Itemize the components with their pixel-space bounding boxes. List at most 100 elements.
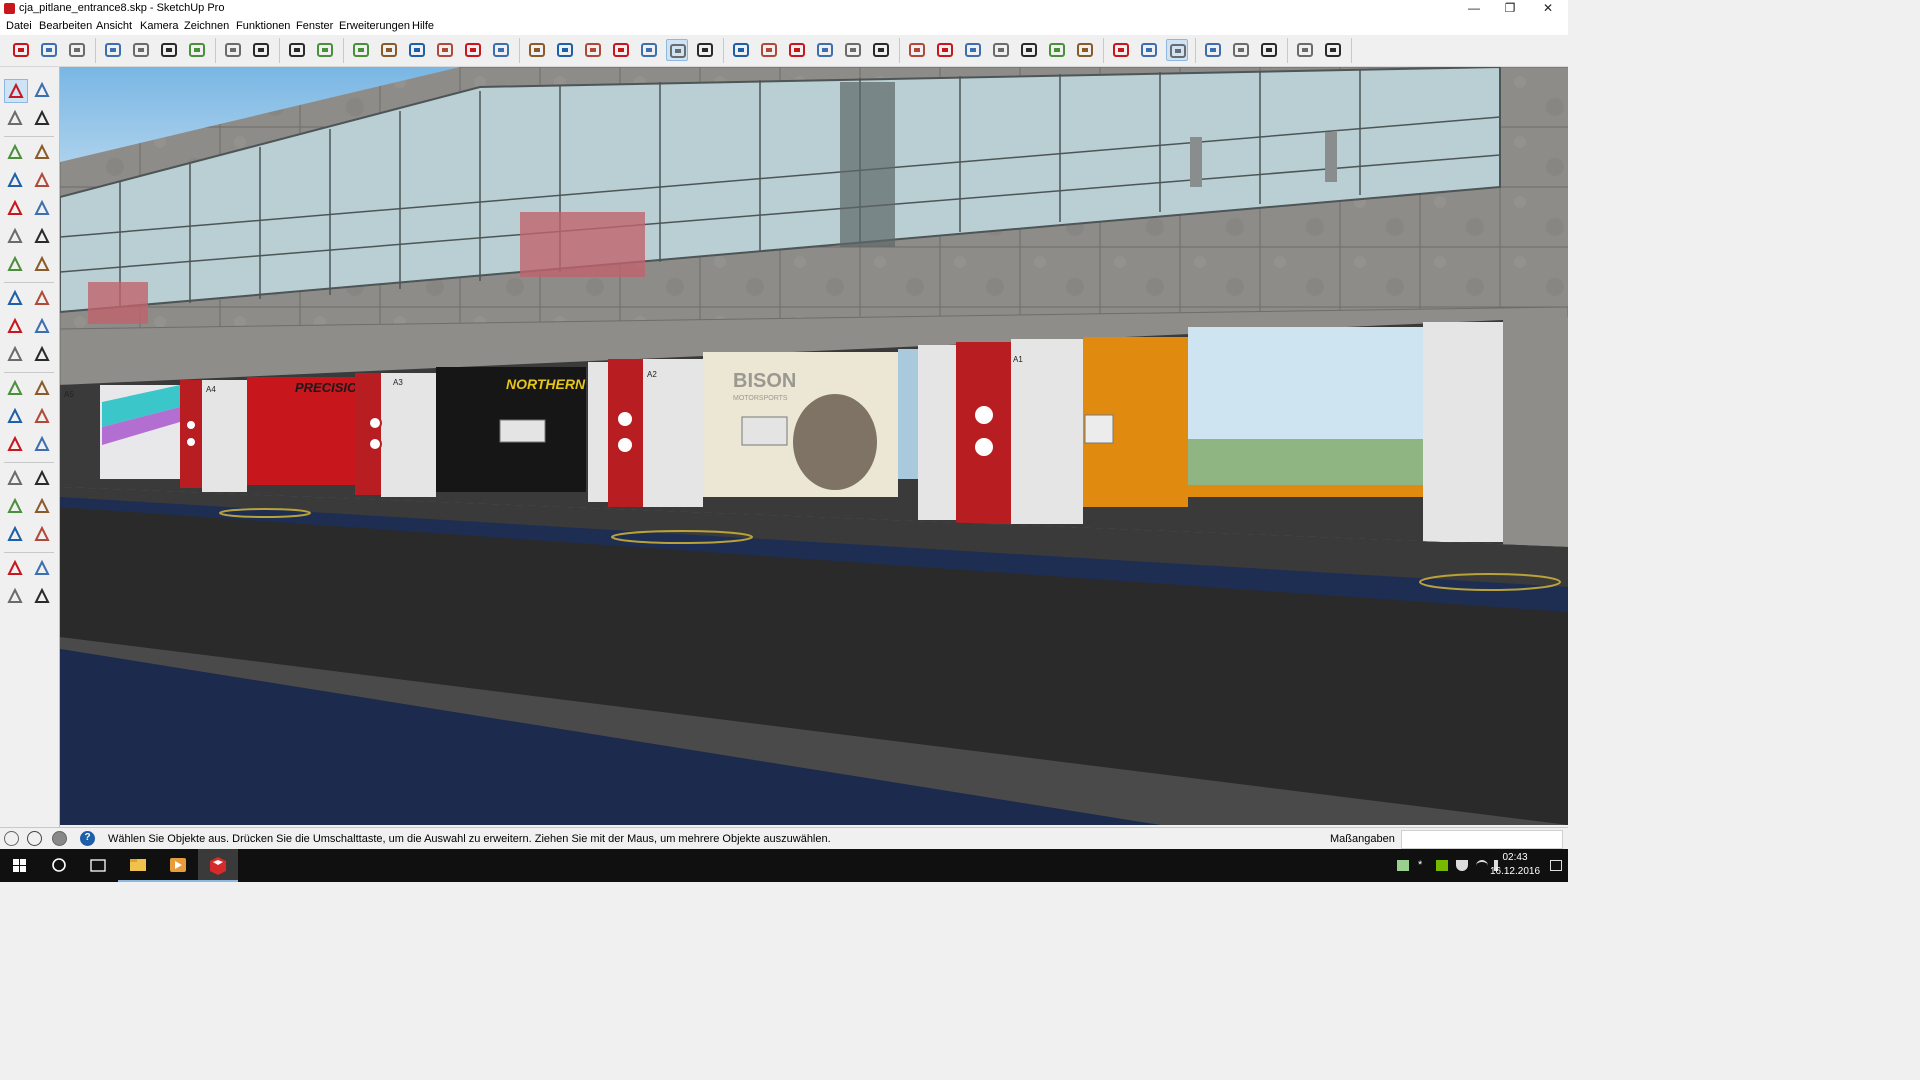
match-photo-icon[interactable] <box>1258 39 1280 61</box>
right-view-icon[interactable] <box>434 39 456 61</box>
shaded-textures-icon[interactable] <box>666 39 688 61</box>
menu-kamera[interactable]: Kamera <box>140 20 179 32</box>
protractor-icon[interactable] <box>4 405 26 427</box>
search-icon[interactable] <box>40 849 80 882</box>
push-pull-icon[interactable] <box>31 287 53 309</box>
nvidia-icon[interactable] <box>1436 860 1448 871</box>
footprints-icon[interactable] <box>4 585 26 607</box>
three-point-arc-icon[interactable] <box>4 253 26 275</box>
zoom-window-icon[interactable] <box>31 495 53 517</box>
front-view-icon[interactable] <box>406 39 428 61</box>
text-icon[interactable] <box>31 405 53 427</box>
user-icon[interactable] <box>52 831 67 846</box>
sandbox-from-contours-icon[interactable] <box>906 39 928 61</box>
3d-text-icon[interactable] <box>31 433 53 455</box>
eraser-icon[interactable] <box>31 107 53 129</box>
component-icon[interactable] <box>1202 39 1224 61</box>
credits-icon[interactable] <box>27 831 42 846</box>
orbit-icon[interactable] <box>4 467 26 489</box>
rotated-rectangle-icon[interactable] <box>31 169 53 191</box>
clock-time[interactable]: 02:43 <box>1485 852 1545 863</box>
pan-icon[interactable] <box>31 467 53 489</box>
menu-bearbeiten[interactable]: Bearbeiten <box>39 20 92 32</box>
circle-icon[interactable] <box>4 197 26 219</box>
cut-icon[interactable] <box>102 39 124 61</box>
flip-edge-icon[interactable] <box>1074 39 1096 61</box>
extension-warehouse-icon[interactable] <box>1230 39 1252 61</box>
notifications-icon[interactable] <box>1550 860 1562 871</box>
file-explorer-icon[interactable] <box>118 849 158 882</box>
component-icon[interactable] <box>31 79 53 101</box>
position-camera-icon[interactable] <box>1110 39 1132 61</box>
drape-icon[interactable] <box>1018 39 1040 61</box>
section-edit-icon[interactable] <box>842 39 864 61</box>
media-player-icon[interactable] <box>158 849 198 882</box>
print-icon[interactable] <box>286 39 308 61</box>
rectangle-icon[interactable] <box>4 169 26 191</box>
menu-hilfe[interactable]: Hilfe <box>412 20 434 32</box>
offset-icon[interactable] <box>31 343 53 365</box>
paste-icon[interactable] <box>158 39 180 61</box>
menu-fenster[interactable]: Fenster <box>296 20 333 32</box>
clock-date[interactable]: 16.12.2016 <box>1485 866 1545 877</box>
rotate-icon[interactable] <box>4 315 26 337</box>
paint-bucket-icon[interactable] <box>4 107 26 129</box>
move-icon[interactable] <box>4 287 26 309</box>
pencil-icon[interactable] <box>4 141 26 163</box>
close-icon[interactable]: ✕ <box>1530 0 1566 18</box>
minimize-icon[interactable]: — <box>1456 0 1492 18</box>
shaded-icon[interactable] <box>638 39 660 61</box>
xray-icon[interactable] <box>526 39 548 61</box>
top-view-icon[interactable] <box>378 39 400 61</box>
monochrome-icon[interactable] <box>694 39 716 61</box>
arc-icon[interactable] <box>4 225 26 247</box>
walk-icon[interactable] <box>4 557 26 579</box>
share-model-icon[interactable] <box>1166 39 1188 61</box>
position-icon[interactable] <box>31 585 53 607</box>
left-view-icon[interactable] <box>490 39 512 61</box>
pie-icon[interactable] <box>31 253 53 275</box>
redo-icon[interactable] <box>250 39 272 61</box>
drawing-viewport[interactable]: PRECISION NORTHERN RIDE BISON MOTORSPORT… <box>60 67 1568 825</box>
freehand-icon[interactable] <box>31 141 53 163</box>
menu-erweiterungen[interactable]: Erweiterungen <box>339 20 410 32</box>
select-icon[interactable] <box>4 79 28 103</box>
section-toggle-icon[interactable] <box>870 39 892 61</box>
menu-zeichnen[interactable]: Zeichnen <box>184 20 229 32</box>
zoom-icon[interactable] <box>4 495 26 517</box>
tape-measure-icon[interactable] <box>4 377 26 399</box>
back-view-icon[interactable] <box>462 39 484 61</box>
copy-icon[interactable] <box>130 39 152 61</box>
follow-me-icon[interactable] <box>31 315 53 337</box>
section-cut-icon[interactable] <box>786 39 808 61</box>
scale-icon[interactable] <box>4 343 26 365</box>
sketchup-icon[interactable] <box>198 849 238 882</box>
restore-icon[interactable]: ❐ <box>1492 0 1528 18</box>
stamp-icon[interactable] <box>990 39 1012 61</box>
add-detail-icon[interactable] <box>1046 39 1068 61</box>
sandbox-from-scratch-icon[interactable] <box>934 39 956 61</box>
styles-icon[interactable] <box>1294 39 1316 61</box>
3d-warehouse-icon[interactable] <box>1138 39 1160 61</box>
back-edges-icon[interactable] <box>554 39 576 61</box>
measurements-input[interactable] <box>1401 830 1563 849</box>
model-info-icon[interactable] <box>314 39 336 61</box>
new-icon[interactable] <box>10 39 32 61</box>
section-fill-icon[interactable] <box>814 39 836 61</box>
look-around-icon[interactable] <box>31 557 53 579</box>
save-icon[interactable] <box>66 39 88 61</box>
open-icon[interactable] <box>38 39 60 61</box>
section-display-icon[interactable] <box>758 39 780 61</box>
start-icon[interactable] <box>0 849 40 882</box>
section-plane-icon[interactable] <box>730 39 752 61</box>
menu-ansicht[interactable]: Ansicht <box>96 20 132 32</box>
shield-icon[interactable] <box>1456 860 1468 871</box>
erase-icon[interactable] <box>186 39 208 61</box>
hidden-line-icon[interactable] <box>610 39 632 61</box>
undo-icon[interactable] <box>222 39 244 61</box>
menu-funktionen[interactable]: Funktionen <box>236 20 290 32</box>
smoove-icon[interactable] <box>962 39 984 61</box>
task-view-icon[interactable] <box>78 849 118 882</box>
bluetooth-icon[interactable]: * <box>1418 860 1430 871</box>
wireframe-icon[interactable] <box>582 39 604 61</box>
